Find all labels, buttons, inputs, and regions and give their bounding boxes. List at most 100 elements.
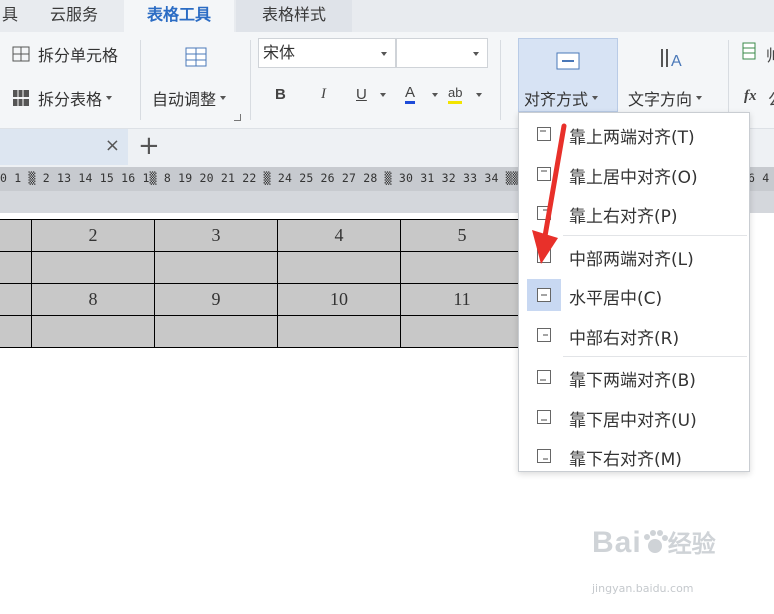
table-cell[interactable] (0, 283, 32, 316)
autofit-button[interactable]: 自动调整 (152, 86, 227, 110)
menu-item-align[interactable]: 靠下右对齐(M) (519, 437, 749, 475)
alignment-icon (556, 52, 580, 74)
menu-item-label: 中部右对齐(R) (569, 328, 680, 349)
divider (500, 40, 501, 120)
divider (140, 40, 141, 120)
table-cell[interactable]: 11 (400, 283, 524, 316)
alignment-label: 对齐方式 (524, 90, 589, 109)
autofit-label: 自动调整 (152, 90, 217, 109)
baidu-watermark: Bai 经验 jingyan.baidu.com (592, 524, 716, 595)
underline-button[interactable]: U (356, 86, 367, 103)
tab-cloud-service[interactable]: 云服务 (32, 0, 116, 32)
table-cell[interactable] (400, 315, 524, 348)
menu-item-label: 靠下居中对齐(U) (569, 410, 697, 431)
table-cell[interactable] (31, 251, 155, 284)
close-icon[interactable]: × (105, 135, 120, 156)
menu-item-label: 靠上居中对齐(O) (569, 167, 698, 188)
table-cell[interactable] (154, 315, 278, 348)
table-cell[interactable] (0, 251, 32, 284)
table-cell[interactable] (277, 251, 401, 284)
table-cell[interactable] (31, 315, 155, 348)
table-row: 2345 (0, 219, 524, 252)
split-cells-button[interactable]: 拆分单元格 (12, 42, 118, 66)
split-table-button[interactable]: 拆分表格 (12, 86, 113, 110)
menu-item-align[interactable]: 中部右对齐(R) (519, 316, 749, 354)
table-cell[interactable]: 4 (277, 219, 401, 252)
word-table[interactable]: 2 3 4 5 8 9 10 11 (0, 219, 524, 348)
alignment-option-icon (527, 319, 561, 351)
menu-item-label: 靠下右对齐(M) (569, 450, 682, 470)
table-cell[interactable]: 3 (154, 219, 278, 252)
chevron-down-icon (106, 96, 113, 100)
quick-calc-label[interactable]: 帅 (766, 42, 774, 66)
ribbon-tab-bar: 具 云服务 表格工具 表格样式 (0, 0, 774, 32)
menu-item-label: 水平居中(C) (569, 289, 663, 309)
menu-separator (563, 356, 747, 357)
alignment-option-icon (527, 440, 561, 472)
chevron-down-icon (592, 96, 599, 100)
table-row (0, 315, 524, 348)
formula-icon[interactable]: fx (744, 88, 757, 105)
menu-item-label: 中部两端对齐(L) (569, 249, 694, 270)
italic-button[interactable]: I (321, 86, 326, 103)
tab-table-style[interactable]: 表格样式 (236, 0, 352, 32)
tab-table-tools[interactable]: 表格工具 (124, 0, 234, 32)
alignment-option-icon (527, 279, 561, 311)
menu-item-label: 靠下两端对齐(B) (569, 371, 696, 391)
font-size-select[interactable] (396, 38, 488, 68)
menu-item-label: 靠上右对齐(P) (569, 207, 678, 227)
text-direction-icon[interactable]: A (658, 46, 684, 74)
quick-calc-icon[interactable] (742, 42, 756, 64)
menu-item-label: 靠上两端对齐(T) (569, 128, 695, 148)
chevron-down-icon (696, 96, 703, 100)
alignment-option-icon (527, 401, 561, 433)
table-cell[interactable] (0, 315, 32, 348)
table-cell[interactable]: 5 (400, 219, 524, 252)
menu-item-align[interactable]: 靠下两端对齐(B) (519, 358, 749, 396)
chevron-down-icon (473, 52, 479, 56)
menu-item-align[interactable]: 水平居中(C) (519, 276, 749, 314)
font-color-button[interactable]: A (405, 85, 416, 104)
formula-label[interactable]: 公 (768, 86, 774, 110)
alignment-button[interactable]: 对齐方式 (524, 86, 599, 110)
table-row: 8 9 10 11 (0, 283, 524, 316)
chevron-down-icon (381, 52, 387, 56)
chevron-down-icon[interactable] (476, 93, 482, 97)
text-direction-button[interactable]: 文字方向 (628, 86, 703, 110)
table-cell[interactable]: 2 (31, 219, 155, 252)
font-name-select[interactable]: 宋体 (258, 38, 396, 68)
chevron-down-icon[interactable] (380, 93, 386, 97)
table-cell[interactable] (154, 251, 278, 284)
table-cell[interactable]: 10 (277, 283, 401, 316)
menu-item-align[interactable]: 靠下居中对齐(U) (519, 398, 749, 436)
watermark-url: jingyan.baidu.com (592, 582, 694, 595)
watermark-brand: Bai (592, 526, 642, 559)
table-cell[interactable]: 9 (154, 283, 278, 316)
highlight-button[interactable]: ab (448, 85, 463, 104)
red-arrow-icon (532, 123, 567, 264)
table-cell[interactable] (277, 315, 401, 348)
split-table-icon (13, 90, 29, 106)
watermark-brand-2: 经验 (667, 530, 716, 558)
divider (728, 40, 729, 120)
chevron-down-icon[interactable] (432, 93, 438, 97)
dialog-launcher-icon[interactable] (234, 114, 241, 121)
table-cell[interactable]: 8 (31, 283, 155, 316)
font-name-value: 宋体 (263, 43, 296, 62)
divider (250, 40, 251, 120)
document-tab[interactable]: × (0, 129, 128, 165)
table-cell[interactable] (0, 219, 32, 252)
bold-button[interactable]: B (275, 86, 286, 103)
autofit-icon[interactable] (184, 46, 208, 72)
menu-separator (563, 234, 747, 236)
tab-tools-partial[interactable]: 具 (0, 0, 20, 32)
table-cell[interactable] (400, 251, 524, 284)
alignment-option-icon (527, 361, 561, 393)
paw-icon (643, 530, 668, 553)
svg-text:A: A (671, 53, 682, 70)
chevron-down-icon (220, 96, 227, 100)
text-direction-label: 文字方向 (628, 90, 693, 109)
table-row (0, 251, 524, 284)
new-tab-button[interactable]: + (138, 131, 160, 161)
split-table-label: 拆分表格 (38, 90, 103, 109)
